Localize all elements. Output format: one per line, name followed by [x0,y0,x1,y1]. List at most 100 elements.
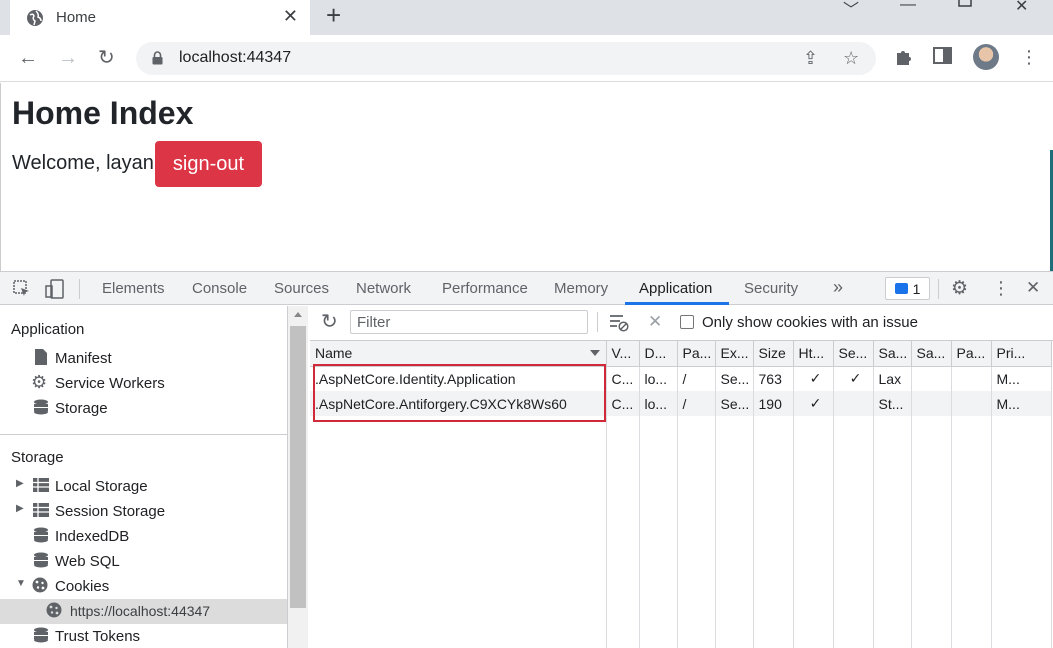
sidebar-item-label: https://localhost:44347 [70,603,211,619]
tab-memory[interactable]: Memory [554,280,608,297]
share-icon[interactable]: ⇪ [803,48,818,69]
column-header-secure[interactable]: Se... [833,341,874,367]
column-header-name[interactable]: Name [310,341,607,367]
column-header-size[interactable]: Size [753,341,794,367]
sidebar-item-cookies[interactable]: ▼ Cookies [0,574,287,599]
device-toolbar-icon[interactable] [45,279,65,299]
minimize-icon[interactable]: — [900,0,916,14]
column-header-sameparty[interactable]: Sa... [911,341,952,367]
sidebar-item-web-sql[interactable]: Web SQL [0,549,287,574]
table-grid-icon [33,503,49,517]
cookie-priority-cell: M... [991,391,1052,416]
column-header-expires[interactable]: Ex... [715,341,754,367]
sidebar-item-label: Manifest [55,350,112,367]
column-header-value[interactable]: V... [606,341,640,367]
cookie-icon [46,602,62,618]
column-header-httponly[interactable]: Ht... [793,341,834,367]
close-window-icon[interactable]: ✕ [1015,0,1028,16]
column-header-domain[interactable]: D... [639,341,678,367]
active-tab-indicator [625,302,729,305]
inspect-element-icon[interactable] [13,280,31,298]
bookmark-star-icon[interactable]: ☆ [843,48,859,69]
sign-out-button[interactable]: sign-out [155,141,262,187]
browser-toolbar: ← → ↻ localhost:44347 ⇪ ☆ ⋮ [0,35,1053,82]
scroll-up-icon[interactable] [294,312,302,317]
sidebar-item-indexeddb[interactable]: IndexedDB [0,524,287,549]
issues-counter[interactable]: 1 [885,277,930,300]
sidebar-item-label: Cookies [55,578,110,595]
cookie-expires-cell: Se... [715,366,754,391]
maximize-icon[interactable] [958,0,972,8]
database-icon [34,527,48,543]
database-icon [34,399,48,415]
new-tab-icon[interactable]: + [326,2,341,28]
cookie-samesite-cell: Lax [873,366,912,391]
sidebar-item-manifest[interactable]: Manifest [0,346,287,371]
settings-gear-icon[interactable]: ⚙ [951,277,968,300]
sidebar-item-label: Local Storage [55,478,148,495]
more-tabs-icon[interactable]: » [833,277,843,298]
side-panel-icon[interactable] [933,47,952,64]
close-devtools-icon[interactable]: ✕ [1026,278,1040,298]
cookies-filterbar: ↻ ✕ Only show cookies with an issue [310,306,1053,341]
reload-icon[interactable]: ↻ [98,47,115,69]
cookie-path-cell: / [677,391,716,416]
sidebar-item-trust-tokens[interactable]: Trust Tokens [0,624,287,648]
column-header-priority[interactable]: Pri... [991,341,1052,367]
table-row[interactable]: .AspNetCore.Antiforgery.C9XCYk8Ws60 C...… [310,391,1052,416]
tab-console[interactable]: Console [192,280,247,297]
tab-application[interactable]: Application [639,280,712,297]
devtools-menu-icon[interactable]: ⋮ [992,278,1010,299]
tab-performance[interactable]: Performance [442,280,528,297]
delete-cookie-icon[interactable]: ✕ [648,312,662,332]
cookie-value-cell: C... [606,366,640,391]
sidebar-item-label: Storage [55,400,108,417]
expand-arrow-icon[interactable]: ▶ [16,503,24,514]
tab-elements[interactable]: Elements [102,280,165,297]
cookies-table: Name V... D... Pa... Ex... Size Ht... Se… [310,341,1052,648]
chrome-menu-icon[interactable]: ⋮ [1020,47,1038,68]
sidebar-item-session-storage[interactable]: ▶ Session Storage [0,499,287,524]
column-header-partition[interactable]: Pa... [951,341,992,367]
tab-security[interactable]: Security [744,280,798,297]
cookie-samesite-cell: St... [873,391,912,416]
refresh-icon[interactable]: ↻ [321,309,338,334]
tab-sources[interactable]: Sources [274,280,329,297]
tab-network[interactable]: Network [356,280,411,297]
cookie-icon [32,577,48,593]
welcome-text: Welcome, layan [12,152,154,174]
profile-avatar[interactable] [973,44,999,70]
address-bar[interactable]: localhost:44347 ⇪ ☆ [136,42,876,75]
url-text[interactable]: localhost:44347 [179,49,291,67]
sidebar-item-service-workers[interactable]: ⚙ Service Workers [0,371,287,396]
only-issues-checkbox[interactable] [680,315,694,329]
sidebar-item-label: IndexedDB [55,528,130,545]
extensions-icon[interactable] [894,47,913,66]
column-header-samesite[interactable]: Sa... [873,341,912,367]
table-empty-area [310,416,1052,648]
sidebar-item-label: Service Workers [55,375,165,392]
tab-close-icon[interactable]: ✕ [283,6,298,27]
sidebar-item-local-storage[interactable]: ▶ Local Storage [0,474,287,499]
sidebar-item-label: Trust Tokens [55,628,141,645]
lock-icon[interactable] [152,51,163,65]
column-header-path[interactable]: Pa... [677,341,716,367]
cookie-path-cell: / [677,366,716,391]
toolbar-divider [597,312,598,332]
collapse-arrow-icon[interactable]: ▼ [16,578,26,589]
cookie-filter-input[interactable] [350,310,588,334]
sidebar-item-cookie-origin[interactable]: https://localhost:44347 [0,599,287,624]
browser-tab-home[interactable]: Home ✕ [10,0,310,35]
forward-icon[interactable]: → [58,47,78,69]
clear-filtered-cookies-icon[interactable] [609,314,629,332]
expand-arrow-icon[interactable]: ▶ [16,478,24,489]
back-icon[interactable]: ← [18,47,38,69]
scrollbar-thumb[interactable] [290,326,306,608]
table-row[interactable]: .AspNetCore.Identity.Application C... lo… [310,366,1052,391]
sidebar-item-storage[interactable]: Storage [0,396,287,421]
only-issues-label: Only show cookies with an issue [702,314,918,331]
tab-search-icon[interactable]: ﹀ [843,0,859,20]
sidebar-item-label: Session Storage [55,503,166,520]
sidebar-scrollbar[interactable] [288,306,308,648]
cookie-domain-cell: lo... [639,391,678,416]
